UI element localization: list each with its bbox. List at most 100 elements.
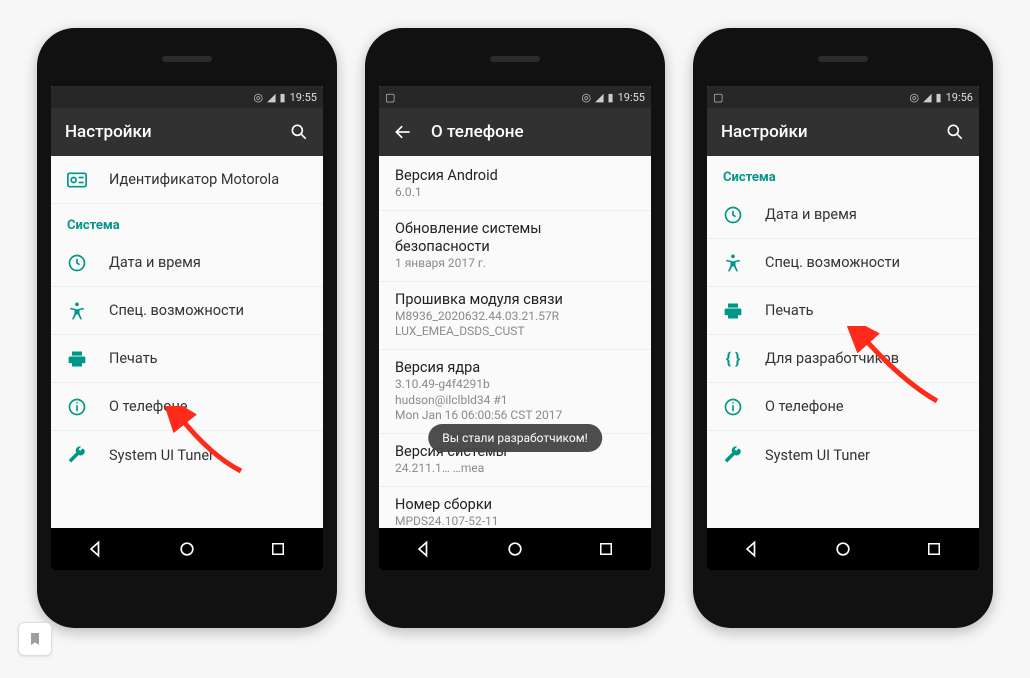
nav-bar	[379, 528, 651, 570]
info-sub: 24.211.1… …mea	[395, 461, 635, 477]
appbar-title: О телефоне	[431, 122, 524, 142]
info-sub: 6.0.1	[395, 185, 635, 201]
settings-list: Система Дата и время Спец. возможности П…	[707, 156, 979, 528]
status-time: 19:56	[946, 91, 973, 104]
status-bar: ◎ ◢ ▮ 19:55	[51, 86, 323, 108]
status-signal-icon: ◢	[267, 91, 275, 104]
appbar-title: Настройки	[65, 122, 152, 142]
info-sub: 3.10.49-g4f4291b hudson@ilclbld34 #1 Mon…	[395, 377, 635, 424]
nav-bar	[707, 528, 979, 570]
nav-bar	[51, 528, 323, 570]
nav-home-icon[interactable]	[173, 535, 201, 563]
row-label: Идентификатор Motorola	[109, 171, 279, 188]
nav-home-icon[interactable]	[829, 535, 857, 563]
status-battery-icon: ▮	[936, 91, 942, 104]
row-system-ui-tuner[interactable]: System UI Tuner	[707, 431, 979, 479]
info-android-version[interactable]: Версия Android 6.0.1	[379, 158, 651, 211]
phone-screen: ▢ ◎ ◢ ▮ 19:56 Настройки Система Дата и в…	[707, 86, 979, 570]
status-sync-icon: ◎	[253, 91, 263, 104]
status-signal-icon: ◢	[595, 91, 603, 104]
row-date-time[interactable]: Дата и время	[51, 239, 323, 287]
wrench-icon	[723, 445, 743, 465]
row-developer-options[interactable]: { } Для разработчиков	[707, 335, 979, 383]
info-sub: MPDS24.107-52-11	[395, 514, 635, 528]
info-security-update[interactable]: Обновление системы безопасности 1 января…	[379, 211, 651, 282]
phone-speaker	[818, 56, 868, 62]
info-title: Версия Android	[395, 167, 635, 185]
phone-speaker	[490, 56, 540, 62]
print-icon	[67, 349, 87, 369]
row-accessibility[interactable]: Спец. возможности	[707, 239, 979, 287]
row-label: Для разработчиков	[765, 350, 899, 367]
id-icon	[67, 170, 87, 190]
phone-speaker	[162, 56, 212, 62]
toast-developer: Вы стали разработчиком!	[428, 424, 602, 452]
info-title: Номер сборки	[395, 496, 635, 514]
access-icon	[67, 301, 87, 321]
status-battery-icon: ▮	[280, 91, 286, 104]
row-label: Печать	[765, 302, 814, 319]
row-about-phone[interactable]: О телефоне	[707, 383, 979, 431]
clock-icon	[723, 205, 743, 225]
access-icon	[723, 253, 743, 273]
row-about-phone[interactable]: О телефоне	[51, 383, 323, 431]
info-title: Версия ядра	[395, 359, 635, 377]
nav-home-icon[interactable]	[501, 535, 529, 563]
row-label: Спец. возможности	[109, 302, 244, 319]
status-battery-icon: ▮	[608, 91, 614, 104]
row-label: О телефоне	[109, 398, 188, 415]
nav-recent-icon[interactable]	[920, 535, 948, 563]
row-accessibility[interactable]: Спец. возможности	[51, 287, 323, 335]
info-kernel[interactable]: Версия ядра 3.10.49-g4f4291b hudson@ilcl…	[379, 350, 651, 434]
info-sub: 1 января 2017 г.	[395, 256, 635, 272]
status-bar: ▢ ◎ ◢ ▮ 19:55	[379, 86, 651, 108]
status-time: 19:55	[290, 91, 317, 104]
row-label: О телефоне	[765, 398, 844, 415]
search-icon[interactable]	[289, 122, 309, 142]
nav-back-icon[interactable]	[410, 535, 438, 563]
phone-screen: ◎ ◢ ▮ 19:55 Настройки Идентификатор Moto…	[51, 86, 323, 570]
app-bar: О телефоне	[379, 108, 651, 156]
status-screenshot-icon: ▢	[713, 91, 723, 104]
row-label: Спец. возможности	[765, 254, 900, 271]
info-baseband[interactable]: Прошивка модуля связи M8936_2020632.44.0…	[379, 282, 651, 350]
row-label: System UI Tuner	[765, 447, 870, 464]
row-date-time[interactable]: Дата и время	[707, 191, 979, 239]
wrench-icon	[67, 445, 87, 465]
nav-back-icon[interactable]	[738, 535, 766, 563]
appbar-title: Настройки	[721, 122, 808, 142]
status-time: 19:55	[618, 91, 645, 104]
status-screenshot-icon: ▢	[385, 91, 395, 104]
section-header-system: Система	[51, 204, 323, 239]
row-system-ui-tuner[interactable]: System UI Tuner	[51, 431, 323, 479]
clock-icon	[67, 253, 87, 273]
phone-frame-2: ▢ ◎ ◢ ▮ 19:55 О телефоне Версия Android …	[365, 28, 665, 628]
info-title: Обновление системы безопасности	[395, 220, 635, 256]
row-label: Печать	[109, 350, 158, 367]
info-build-number[interactable]: Номер сборки MPDS24.107-52-11	[379, 487, 651, 529]
status-bar: ▢ ◎ ◢ ▮ 19:56	[707, 86, 979, 108]
row-print[interactable]: Печать	[51, 335, 323, 383]
settings-list: Идентификатор Motorola Система Дата и вр…	[51, 156, 323, 528]
phone-frame-3: ▢ ◎ ◢ ▮ 19:56 Настройки Система Дата и в…	[693, 28, 993, 628]
back-arrow-icon[interactable]	[393, 122, 413, 142]
bookmark-chip[interactable]	[18, 622, 52, 656]
phone-screen: ▢ ◎ ◢ ▮ 19:55 О телефоне Версия Android …	[379, 86, 651, 570]
info-title: Прошивка модуля связи	[395, 291, 635, 309]
section-header-system: Система	[707, 156, 979, 191]
info-sub: M8936_2020632.44.03.21.57R LUX_EMEA_DSDS…	[395, 309, 635, 340]
status-signal-icon: ◢	[923, 91, 931, 104]
nav-recent-icon[interactable]	[592, 535, 620, 563]
info-icon	[67, 397, 87, 417]
about-list: Версия Android 6.0.1 Обновление системы …	[379, 156, 651, 528]
row-label: Дата и время	[109, 254, 201, 271]
nav-recent-icon[interactable]	[264, 535, 292, 563]
row-motorola-id[interactable]: Идентификатор Motorola	[51, 156, 323, 204]
row-print[interactable]: Печать	[707, 287, 979, 335]
braces-icon: { }	[723, 349, 743, 369]
row-label: System UI Tuner	[109, 447, 214, 464]
search-icon[interactable]	[945, 122, 965, 142]
nav-back-icon[interactable]	[82, 535, 110, 563]
app-bar: Настройки	[51, 108, 323, 156]
app-bar: Настройки	[707, 108, 979, 156]
